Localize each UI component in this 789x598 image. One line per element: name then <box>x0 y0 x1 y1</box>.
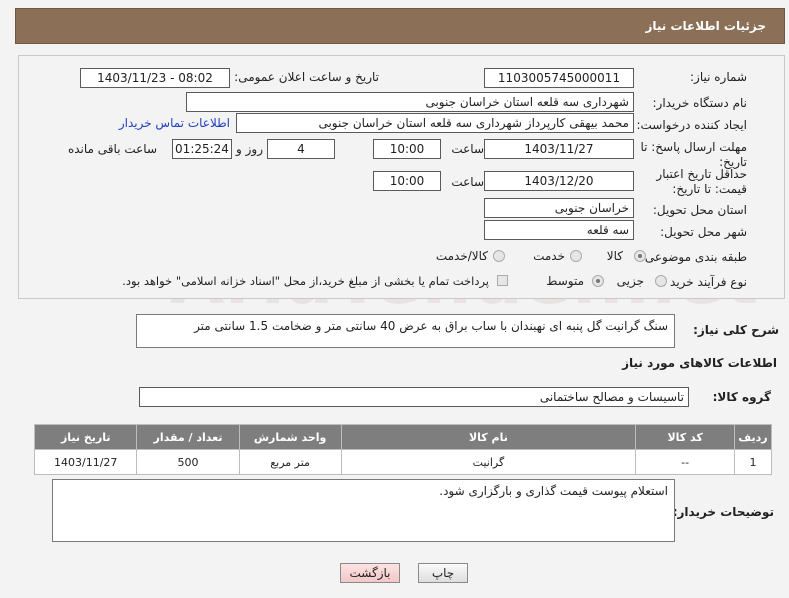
process-medium-label: متوسط <box>546 274 584 288</box>
col-unit: واحد شمارش <box>238 424 342 450</box>
page-title: جزئیات اطلاعات نیاز <box>645 19 766 33</box>
city-label: شهر محل تحویل: <box>660 225 747 239</box>
category-both-label: کالا/خدمت <box>435 249 488 263</box>
buyer-notes-text[interactable]: استعلام پیوست قیمت گذاری و بارگزاری شود. <box>52 479 675 542</box>
col-need-date: تاریخ نیاز <box>33 424 138 450</box>
city-field[interactable]: سه قلعه <box>484 220 634 240</box>
process-minor-radio[interactable] <box>655 275 667 287</box>
buyer-org-field[interactable]: شهرداری سه قلعه استان خراسان جنوبی <box>186 92 634 112</box>
print-button[interactable]: چاپ <box>418 563 468 583</box>
reply-date-field[interactable]: 1403/11/27 <box>484 139 634 159</box>
price-time-field[interactable]: 10:00 <box>373 171 441 191</box>
table-row[interactable]: 1403/11/27 500 متر مربع گرانیت -- 1 <box>33 449 772 475</box>
table-header-row: تاریخ نیاز تعداد / مقدار واحد شمارش نام … <box>33 424 772 450</box>
category-goods-radio[interactable] <box>634 250 646 262</box>
need-number-label: شماره نیاز: <box>690 70 747 84</box>
creator-field[interactable]: محمد بیهقی کارپرداز شهرداری سه قلعه استا… <box>236 113 634 133</box>
category-service-label: خدمت <box>533 249 565 263</box>
col-goods-code: کد کالا <box>635 424 736 450</box>
process-label: نوع فرآیند خرید : <box>662 275 747 289</box>
cell-goods-code: -- <box>635 449 736 475</box>
days-label: روز و <box>236 142 263 156</box>
items-table: تاریخ نیاز تعداد / مقدار واحد شمارش نام … <box>33 424 772 475</box>
remaining-label: ساعت باقی مانده <box>67 142 157 156</box>
reply-time-label: ساعت <box>451 142 484 156</box>
col-row-number: ردیف <box>734 424 772 450</box>
goods-group-field[interactable]: تاسیسات و مصالح ساختمانی <box>139 387 689 407</box>
price-time-label: ساعت <box>451 175 484 189</box>
price-date-field[interactable]: 1403/12/20 <box>484 171 634 191</box>
goods-group-label: گروه کالا: <box>712 390 771 404</box>
description-text[interactable]: سنگ گرانیت گل پنبه ای نهبندان با ساب برا… <box>136 314 675 348</box>
col-goods-name: نام کالا <box>340 424 637 450</box>
category-service-radio[interactable] <box>570 250 582 262</box>
creator-label: ایجاد کننده درخواست: <box>636 118 747 132</box>
page-header: جزئیات اطلاعات نیاز <box>15 8 785 44</box>
province-label: استان محل تحویل: <box>652 203 747 217</box>
buyer-org-label: نام دستگاه خریدار: <box>652 96 748 110</box>
cell-row-number: 1 <box>734 449 772 475</box>
cell-quantity: 500 <box>136 449 240 475</box>
buyer-notes-label: توضیحات خریدار: <box>672 505 774 519</box>
announce-label: تاریخ و ساعت اعلان عمومی: <box>234 70 379 84</box>
description-label: شرح کلی نیاز: <box>693 323 779 337</box>
announce-field[interactable]: 1403/11/23 - 08:02 <box>80 68 230 88</box>
price-validity-label: حداقل تاریخ اعتبار قیمت: تا تاریخ: <box>656 167 747 196</box>
goods-info-title: اطلاعات کالاهای مورد نیاز <box>622 356 777 370</box>
cell-unit: متر مربع <box>238 449 342 475</box>
back-button[interactable]: بازگشت <box>340 563 400 583</box>
province-field[interactable]: خراسان جنوبی <box>484 198 634 218</box>
category-goods-label: کالا <box>606 249 623 263</box>
col-quantity: تعداد / مقدار <box>136 424 240 450</box>
category-label: طبقه بندی موضوعی: <box>640 250 747 264</box>
reply-deadline-label: مهلت ارسال پاسخ: تا تاریخ: <box>640 140 747 169</box>
category-both-radio[interactable] <box>493 250 505 262</box>
buyer-contact-link[interactable]: اطلاعات تماس خریدار <box>119 116 230 130</box>
need-number-field[interactable]: 1103005745000011 <box>484 68 634 88</box>
treasury-payment-checkbox[interactable] <box>497 275 508 286</box>
reply-time-field[interactable]: 10:00 <box>373 139 441 159</box>
process-minor-label: جزیی <box>616 274 644 288</box>
cell-goods-name: گرانیت <box>340 449 637 475</box>
treasury-payment-note: پرداخت تمام یا بخشی از مبلغ خرید،از محل … <box>122 274 489 288</box>
process-medium-radio[interactable] <box>592 275 604 287</box>
remaining-time-field[interactable]: 01:25:24 <box>172 139 232 159</box>
cell-need-date: 1403/11/27 <box>33 449 138 475</box>
days-field[interactable]: 4 <box>267 139 335 159</box>
